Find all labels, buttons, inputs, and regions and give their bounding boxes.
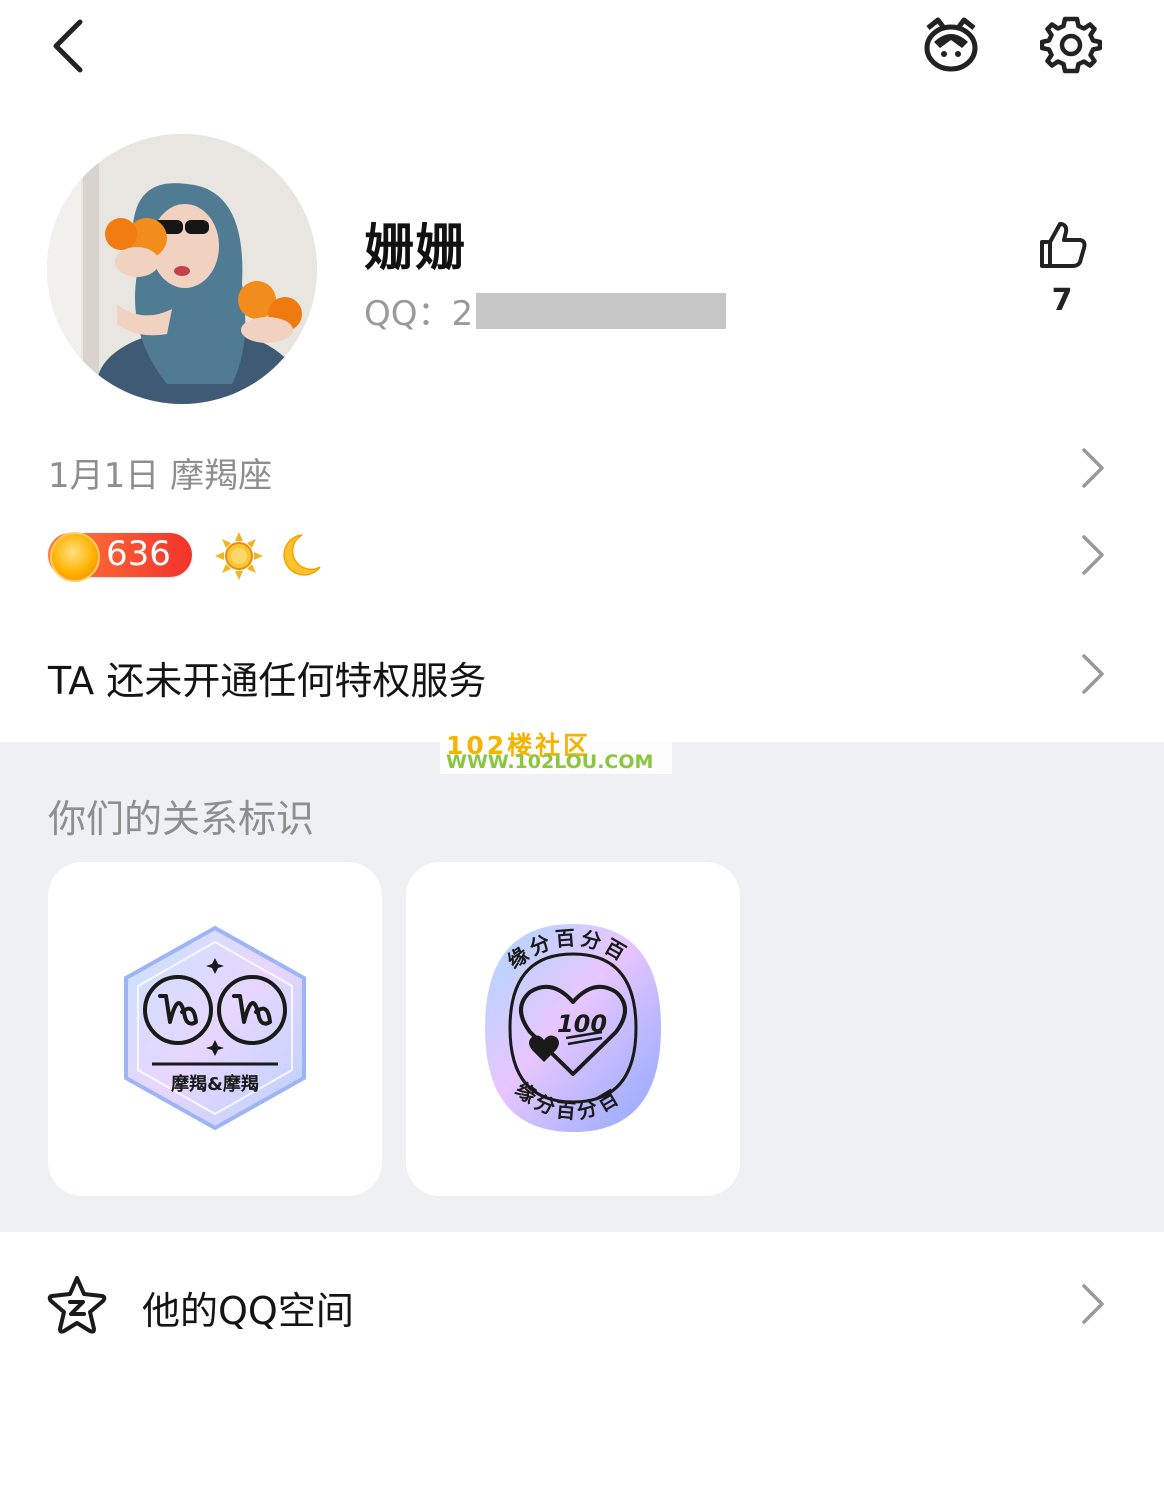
watermark: 102楼社区 WWW.102LOU.COM	[440, 726, 672, 774]
redacted-qq-mask	[476, 293, 726, 329]
qzone-star-icon	[47, 1276, 107, 1334]
qzone-link[interactable]: 他的QQ空间	[142, 1280, 354, 1335]
chevron-right-icon[interactable]	[1078, 533, 1108, 577]
privilege-status[interactable]: TA 还未开通任何特权服务	[48, 650, 486, 705]
relationship-title: 你们的关系标识	[48, 797, 315, 841]
chevron-right-icon[interactable]	[1078, 446, 1108, 490]
settings-gear-icon[interactable]	[1040, 14, 1102, 76]
capricorn-pair-badge-icon: 摩羯&摩羯	[124, 925, 306, 1131]
level-badge[interactable]: 636	[48, 532, 192, 582]
chevron-right-icon[interactable]	[1078, 1282, 1108, 1326]
birthday-zodiac: 1月1日 摩羯座	[48, 456, 273, 496]
nickname: 姗姗	[364, 219, 466, 277]
chevron-right-icon[interactable]	[1078, 652, 1108, 696]
moon-icon	[283, 534, 321, 576]
like-count: 7	[1051, 283, 1073, 318]
qq-number: QQ：2	[364, 294, 474, 334]
pet-face-icon[interactable]	[918, 14, 984, 74]
sun-icon	[215, 532, 263, 580]
thumbs-up-icon[interactable]	[1036, 218, 1090, 272]
level-coin-icon	[50, 532, 100, 582]
relationship-badge-card[interactable]: 缘分百分百 缘分百分百 100	[406, 862, 740, 1196]
level-number: 636	[106, 534, 171, 574]
back-icon[interactable]	[40, 14, 100, 78]
avatar[interactable]	[47, 134, 317, 404]
badge-number: 100	[557, 1010, 607, 1038]
fate-100-badge-icon: 缘分百分百 缘分百分百 100	[485, 924, 661, 1132]
badge-label: 摩羯&摩羯	[171, 1073, 259, 1095]
relationship-badge-card[interactable]: 摩羯&摩羯	[48, 862, 382, 1196]
